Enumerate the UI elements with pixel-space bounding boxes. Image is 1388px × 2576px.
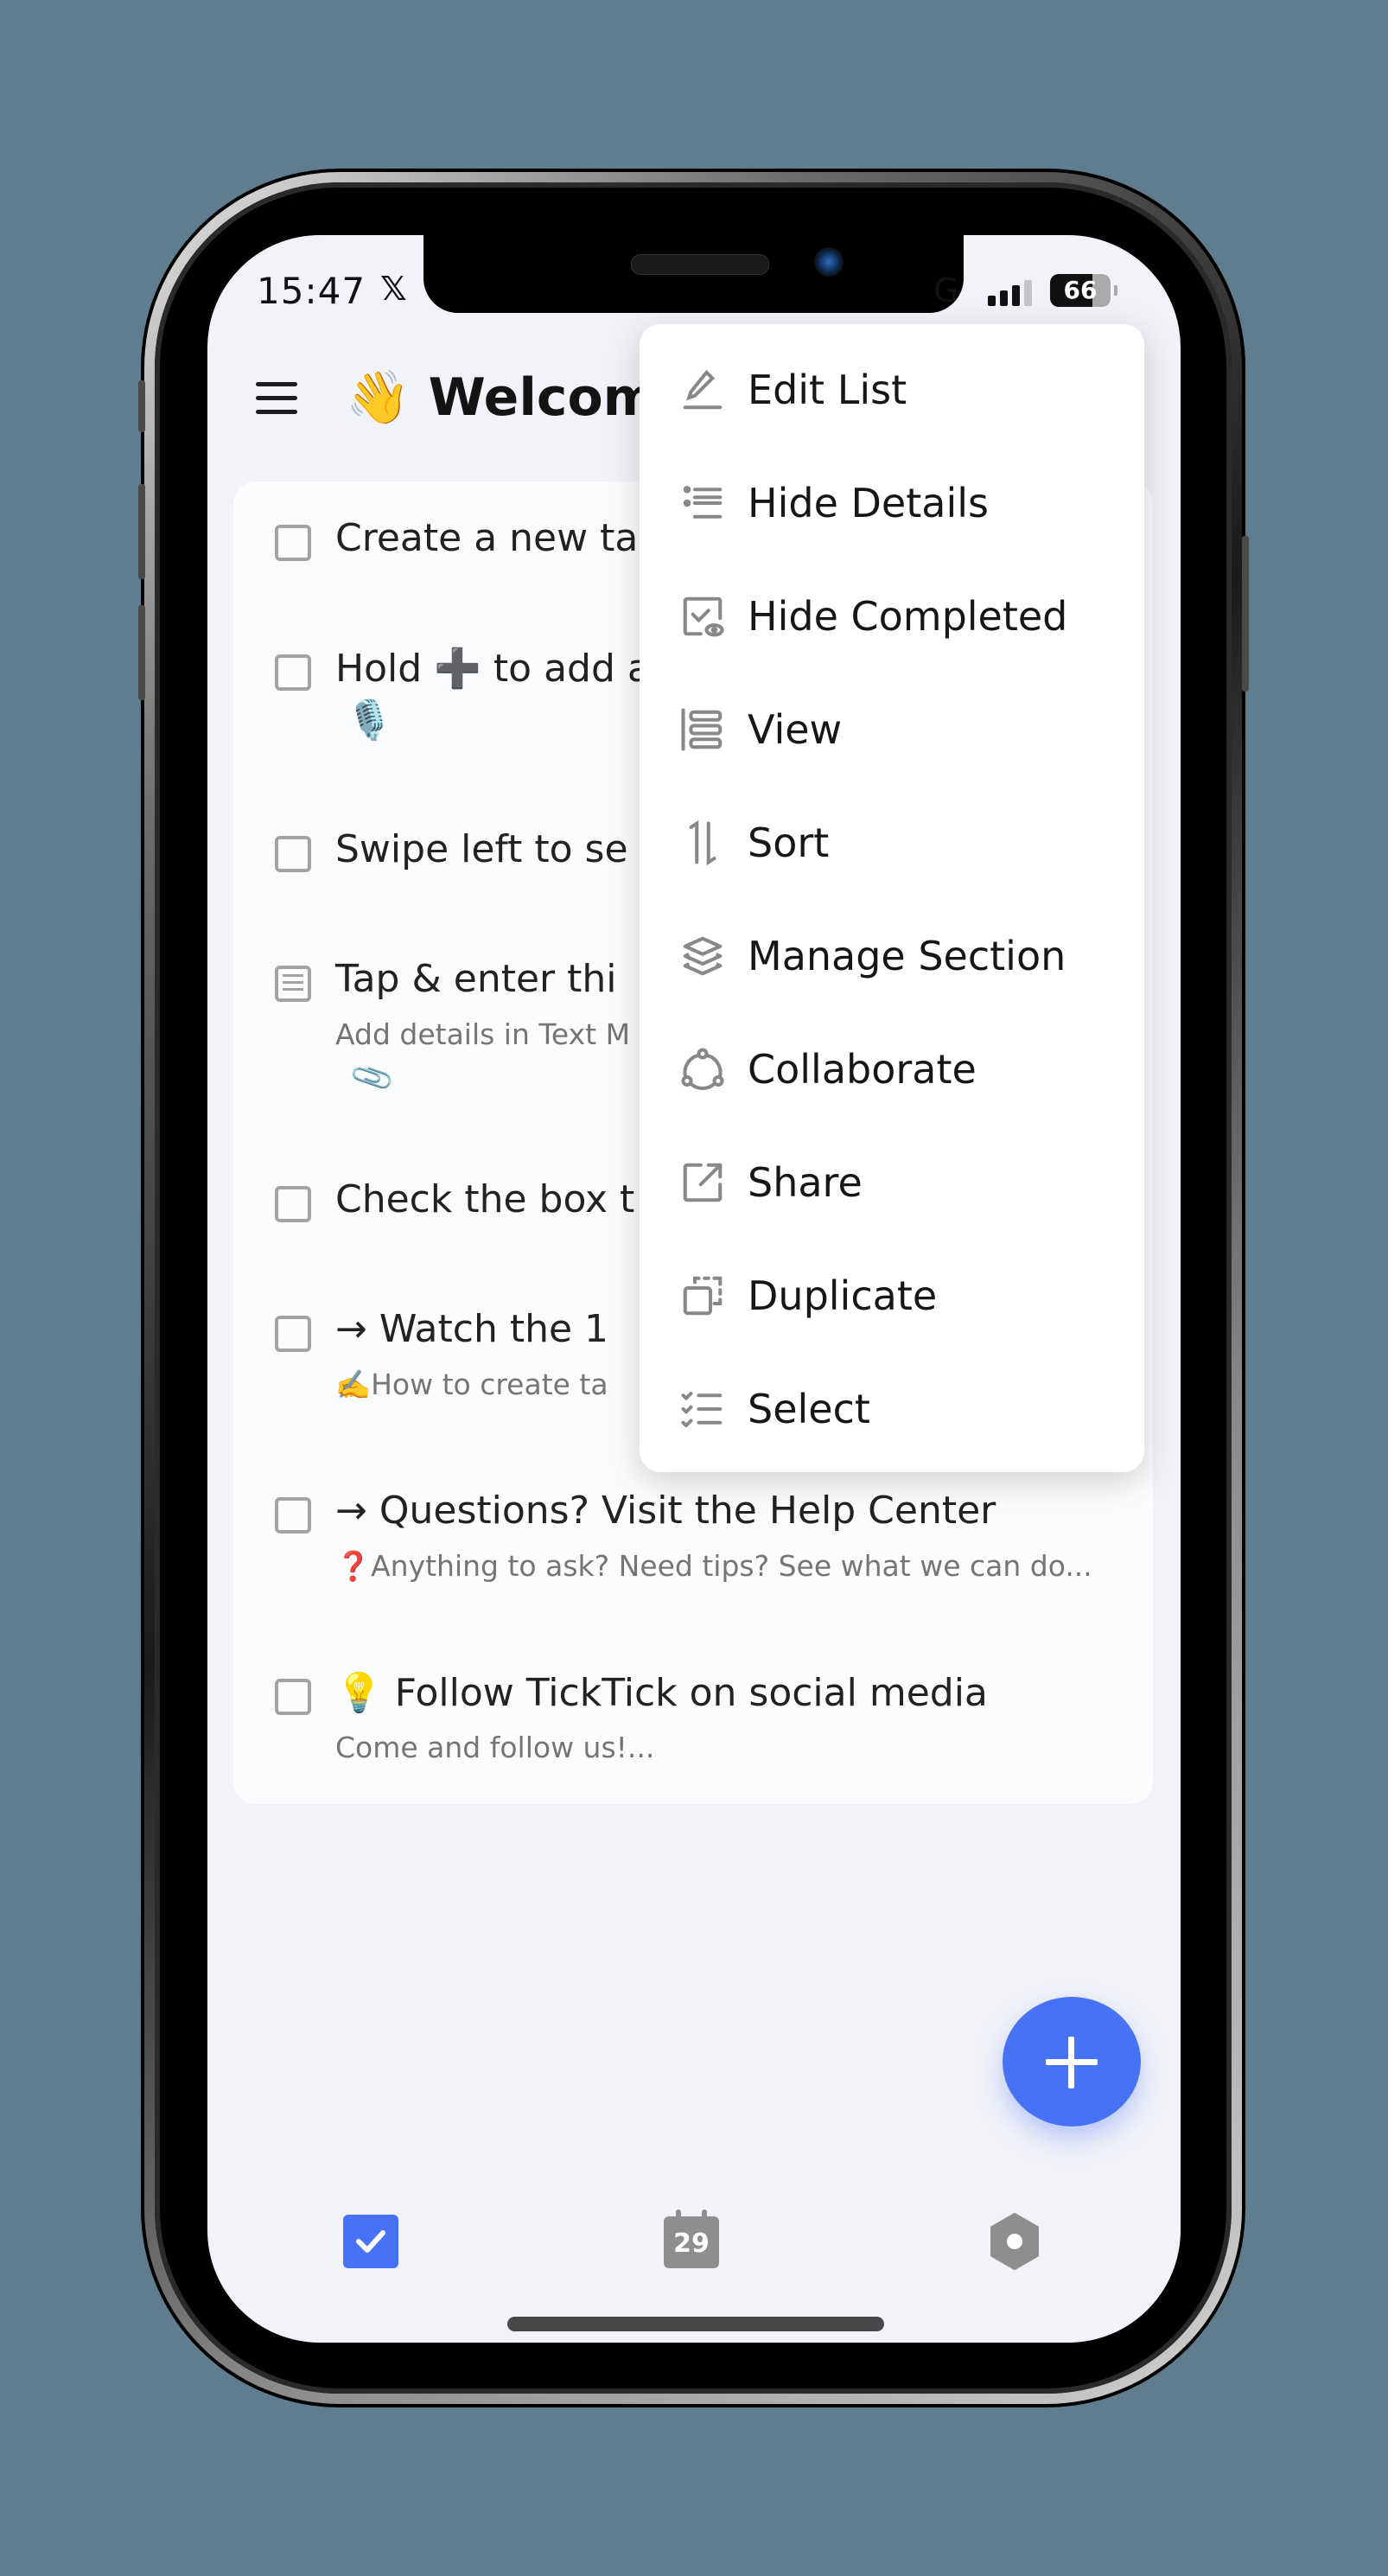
menu-item-sort[interactable]: Sort [640,786,1144,899]
add-task-button[interactable] [1003,1997,1141,2126]
menu-item-label: Sort [748,819,830,866]
select-list-icon [681,1391,723,1427]
network-type: G [933,271,959,309]
task-checkbox[interactable] [275,654,311,691]
task-title: Check the box t [335,1177,635,1221]
app-screen: 15:47 𝕏 G 66 👋 Welcome Create a new ta H… [207,235,1181,2343]
menu-item-view[interactable]: View [640,673,1144,786]
task-checkbox[interactable] [275,1497,311,1533]
task-subtitle: ✍️How to create ta [335,1368,608,1401]
menu-item-label: Hide Completed [748,592,1068,640]
settings-tab-icon[interactable] [987,2213,1042,2270]
pencil-icon [683,369,723,409]
home-indicator[interactable] [507,2317,884,2331]
menu-item-label: Select [748,1385,870,1432]
menu-item-label: View [748,705,843,753]
task-title: → Questions? Visit the Help Center [335,1489,996,1533]
menu-item-label: Manage Section [748,932,1066,979]
attachment-icon: 📎 [347,1054,398,1102]
list-details-icon [683,485,723,519]
menu-item-duplicate[interactable]: Duplicate [640,1239,1144,1352]
task-subtitle: Come and follow us!... [335,1731,655,1764]
microphone-icon: 🎙️ [346,698,393,743]
list-options-menu: Edit List Hide Details Hide Completed Vi… [640,324,1144,1472]
notch [423,235,964,313]
duplicate-icon [683,1276,723,1315]
task-subtitle: ❓Anything to ask? Need tips? See what we… [335,1549,1092,1583]
tasks-tab-icon[interactable] [343,2215,398,2268]
task-title: 💡 Follow TickTick on social media [335,1671,988,1715]
status-time: 15:47 [257,270,366,312]
power-button [1242,536,1249,692]
menu-item-label: Duplicate [748,1272,938,1319]
task-checkbox[interactable] [275,1679,311,1715]
menu-item-edit-list[interactable]: Edit List [640,333,1144,446]
task-title: → Watch the 1 [335,1307,609,1351]
task-checkbox[interactable] [275,836,311,872]
battery-icon: 66 [1050,274,1111,307]
collaborate-icon [681,1047,724,1090]
menu-item-label: Hide Details [748,479,989,526]
task-title: Create a new ta [335,516,639,560]
task-title: Tap & enter thi [335,957,617,1001]
x-app-icon: 𝕏 [380,270,407,308]
note-icon[interactable] [275,966,311,1002]
menu-item-hide-completed[interactable]: Hide Completed [640,559,1144,673]
bottom-nav: 29 [207,2197,1181,2275]
hamburger-menu-icon[interactable] [256,382,297,417]
battery-tip [1114,285,1117,296]
view-layout-icon [681,707,723,751]
volume-down-button [138,605,145,700]
action-button [138,380,145,432]
menu-item-select[interactable]: Select [640,1352,1144,1465]
signal-icon [988,280,1032,306]
speaker [631,254,769,275]
task-subtitle: Add details in Text M [335,1017,631,1051]
menu-item-label: Edit List [748,366,907,413]
task-checkbox[interactable] [275,1186,311,1222]
task-title: Hold ➕ to add a [335,647,651,691]
layers-icon [683,936,723,975]
menu-item-manage-section[interactable]: Manage Section [640,899,1144,1012]
menu-item-label: Collaborate [748,1045,977,1093]
task-checkbox[interactable] [275,525,311,561]
task-checkbox[interactable] [275,1316,311,1352]
hide-completed-icon [683,596,724,636]
menu-item-share[interactable]: Share [640,1125,1144,1239]
menu-item-collaborate[interactable]: Collaborate [640,1012,1144,1125]
menu-item-label: Share [748,1158,863,1206]
sort-icon [689,819,716,865]
task-title: Swipe left to se [335,827,628,871]
calendar-tab-icon[interactable]: 29 [664,2209,719,2268]
share-icon [683,1163,723,1202]
menu-item-hide-details[interactable]: Hide Details [640,446,1144,559]
volume-up-button [138,484,145,579]
front-camera [814,247,844,277]
